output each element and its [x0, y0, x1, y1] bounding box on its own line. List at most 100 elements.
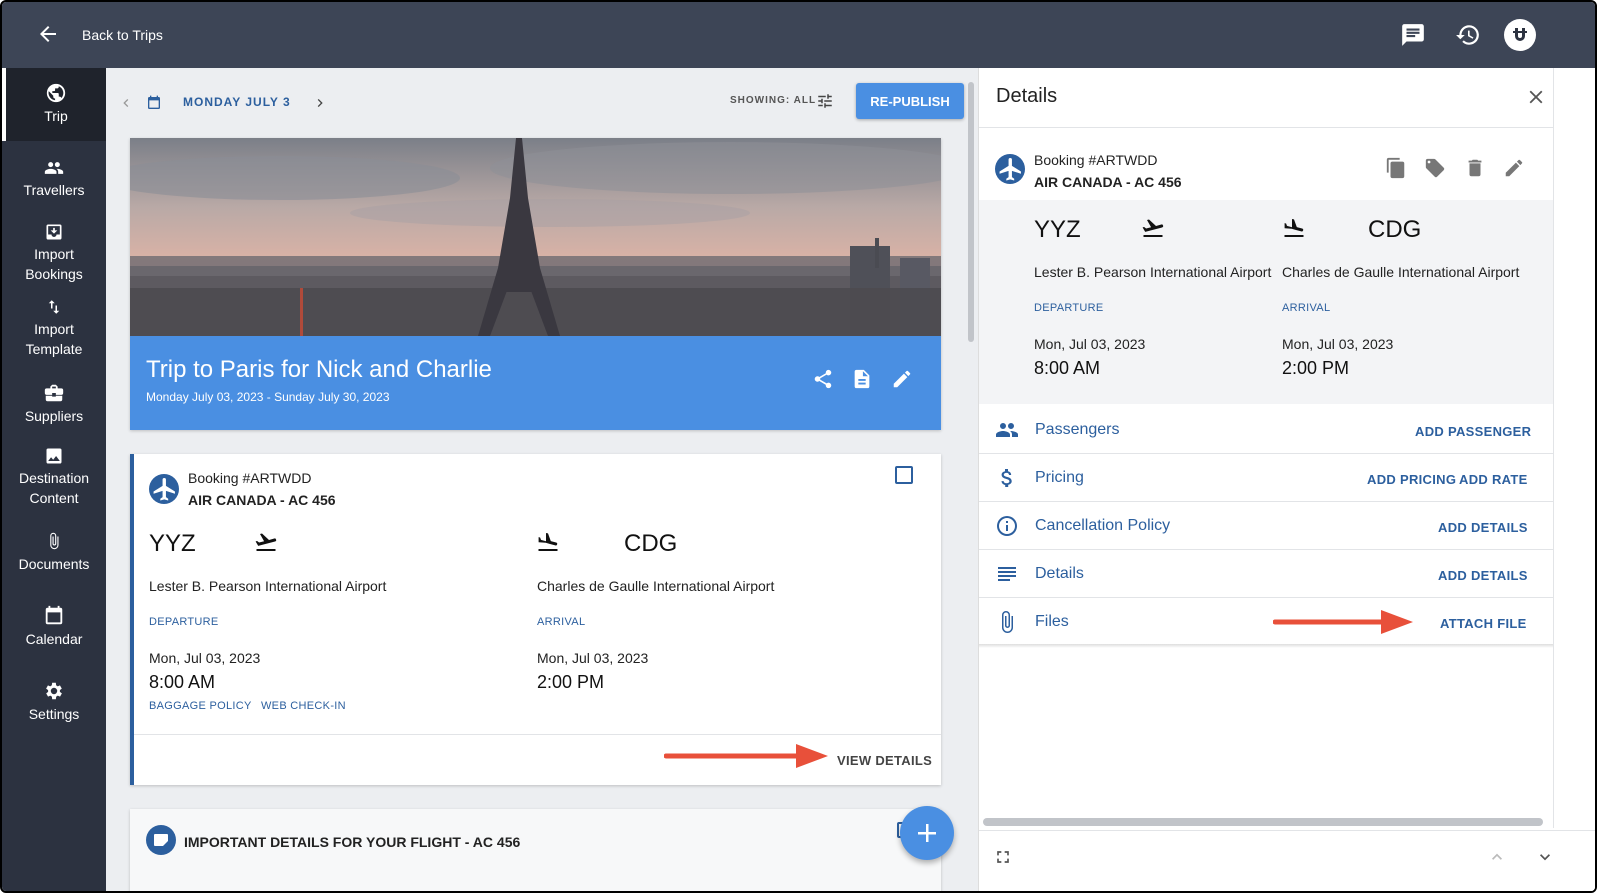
sidebar-item-label: Documents — [18, 556, 90, 572]
current-date[interactable]: MONDAY JULY 3 — [183, 95, 291, 109]
files-row: Files ATTACH FILE — [979, 598, 1553, 646]
panel-departure-date: Mon, Jul 03, 2023 — [1034, 336, 1146, 352]
document-icon[interactable] — [851, 368, 873, 390]
sidebar-item-suppliers[interactable]: Suppliers — [2, 382, 106, 426]
add-details-button[interactable]: ADD DETAILS — [1438, 568, 1528, 583]
airplane-icon — [149, 474, 179, 504]
history-icon[interactable] — [1455, 22, 1481, 48]
sidebar-item-calendar[interactable]: Calendar — [2, 605, 106, 649]
chevron-up-icon[interactable] — [1487, 847, 1507, 867]
departure-code: YYZ — [149, 530, 196, 557]
sidebar-item-trip[interactable]: Trip — [2, 68, 106, 141]
republish-button[interactable]: RE-PUBLISH — [856, 83, 964, 119]
back-to-trips-link[interactable]: Back to Trips — [82, 27, 163, 43]
arrival-tag: ARRIVAL — [537, 616, 586, 628]
flight-booking-card: Booking #ARTWDD AIR CANADA - AC 456 YYZ … — [130, 454, 941, 785]
sidebar-item-label: Trip — [44, 108, 68, 124]
plus-icon — [918, 824, 936, 842]
cancellation-policy-row: Cancellation Policy ADD DETAILS — [979, 502, 1553, 550]
annotation-arrow-icon — [1273, 610, 1413, 634]
sidebar-item-destination-content[interactable]: Destination Content — [2, 446, 106, 508]
landing-icon — [1284, 219, 1304, 237]
booking-select-checkbox[interactable] — [895, 466, 913, 484]
flight-name: AIR CANADA - AC 456 — [188, 492, 336, 508]
baggage-policy-link[interactable]: BAGGAGE POLICY — [149, 700, 252, 712]
add-passenger-button[interactable]: ADD PASSENGER — [1415, 424, 1531, 439]
web-checkin-link[interactable]: WEB CHECK-IN — [261, 700, 346, 712]
panel-arrival-time: 2:00 PM — [1282, 358, 1350, 378]
trip-hero-card: Trip to Paris for Nick and Charlie Monda… — [130, 138, 941, 430]
info-icon — [997, 516, 1017, 536]
chevron-left-icon[interactable] — [118, 95, 134, 111]
details-panel: Details Booking #ARTWDD AIR CANADA - AC … — [978, 68, 1595, 891]
calendar-icon[interactable] — [146, 95, 162, 111]
swap-vertical-icon — [48, 300, 60, 314]
sidebar-item-import-bookings[interactable]: Import Bookings — [2, 222, 106, 284]
user-avatar[interactable] — [1504, 19, 1536, 51]
sidebar-item-label: Destination Content — [18, 470, 90, 506]
important-details-card: IMPORTANT DETAILS FOR YOUR FLIGHT - AC 4… — [130, 809, 941, 891]
attach-file-button[interactable]: ATTACH FILE — [1440, 616, 1527, 631]
panel-departure-airport: Lester B. Pearson International Airport — [1034, 264, 1272, 280]
panel-arrival-date: Mon, Jul 03, 2023 — [1282, 336, 1394, 352]
add-cancellation-details-button[interactable]: ADD DETAILS — [1438, 520, 1528, 535]
trash-icon[interactable] — [1464, 157, 1486, 179]
panel-arrival-airport: Charles de Gaulle International Airport — [1282, 264, 1520, 280]
sidebar-item-import-template[interactable]: Import Template — [2, 297, 106, 359]
panel-arrival-tag: ARRIVAL — [1282, 302, 1331, 314]
sidebar-item-label: Import Template — [25, 321, 83, 357]
arrival-time: 2:00 PM — [537, 672, 605, 692]
people-icon — [996, 423, 1018, 437]
view-details-button[interactable]: VIEW DETAILS — [837, 753, 932, 768]
add-pricing-button[interactable]: ADD PRICING — [1367, 472, 1456, 487]
departure-airport: Lester B. Pearson International Airport — [149, 578, 387, 594]
sidebar-item-settings[interactable]: Settings — [2, 680, 106, 724]
panel-horizontal-scrollbar[interactable] — [983, 818, 1543, 826]
details-label: Details — [1035, 565, 1084, 582]
gear-icon — [46, 682, 62, 700]
sidebar-item-label: Import Bookings — [25, 246, 83, 282]
close-icon[interactable] — [1525, 86, 1547, 108]
paperclip-icon — [50, 532, 59, 550]
calendar-icon — [45, 605, 63, 625]
sidebar-item-travellers[interactable]: Travellers — [2, 158, 106, 200]
edit-icon[interactable] — [1503, 157, 1525, 179]
chevron-down-icon[interactable] — [1535, 847, 1555, 867]
back-arrow-icon[interactable] — [36, 22, 60, 46]
tag-icon[interactable] — [1424, 157, 1446, 179]
departure-time: 8:00 AM — [149, 672, 216, 692]
trip-dates: Monday July 03, 2023 - Sunday July 30, 2… — [146, 390, 390, 404]
departure-tag: DEPARTURE — [149, 616, 219, 628]
files-label: Files — [1035, 613, 1069, 630]
add-rate-button[interactable]: ADD RATE — [1459, 472, 1528, 487]
chat-icon[interactable] — [1400, 22, 1426, 48]
details-row: Details ADD DETAILS — [979, 550, 1553, 598]
lines-icon — [998, 567, 1016, 581]
cancellation-policy-label: Cancellation Policy — [1035, 517, 1171, 534]
panel-section-shadow — [979, 644, 1553, 648]
details-panel-title: Details — [996, 85, 1058, 107]
top-bar: Back to Trips — [2, 2, 1595, 68]
sidebar-item-label: Calendar — [25, 631, 83, 647]
chevron-right-icon[interactable] — [312, 95, 328, 111]
sidebar: Trip Travellers Import Bookings Import T… — [2, 68, 106, 891]
copy-icon[interactable] — [1385, 157, 1407, 179]
edit-icon[interactable] — [891, 368, 913, 390]
pricing-label: Pricing — [1035, 469, 1084, 486]
showing-filter-label: SHOWING: ALL — [730, 95, 817, 106]
pricing-row: Pricing ADD PRICING ADD RATE — [979, 454, 1553, 502]
panel-departure-tag: DEPARTURE — [1034, 302, 1104, 314]
add-item-fab[interactable] — [900, 806, 954, 860]
panel-departure-code: YYZ — [1034, 216, 1081, 243]
trip-title: Trip to Paris for Nick and Charlie — [146, 356, 492, 383]
itinerary-main: MONDAY JULY 3 SHOWING: ALL RE-PUBLISH Tr… — [106, 68, 978, 891]
share-icon[interactable] — [812, 368, 834, 390]
fullscreen-icon[interactable] — [993, 847, 1013, 867]
filter-icon[interactable] — [816, 92, 834, 110]
paris-skyline-image — [130, 138, 941, 336]
takeoff-icon — [255, 533, 277, 551]
sidebar-item-documents[interactable]: Documents — [2, 530, 106, 574]
landing-icon — [538, 533, 558, 551]
main-scrollbar[interactable] — [968, 82, 974, 342]
dollar-icon — [1001, 469, 1012, 487]
